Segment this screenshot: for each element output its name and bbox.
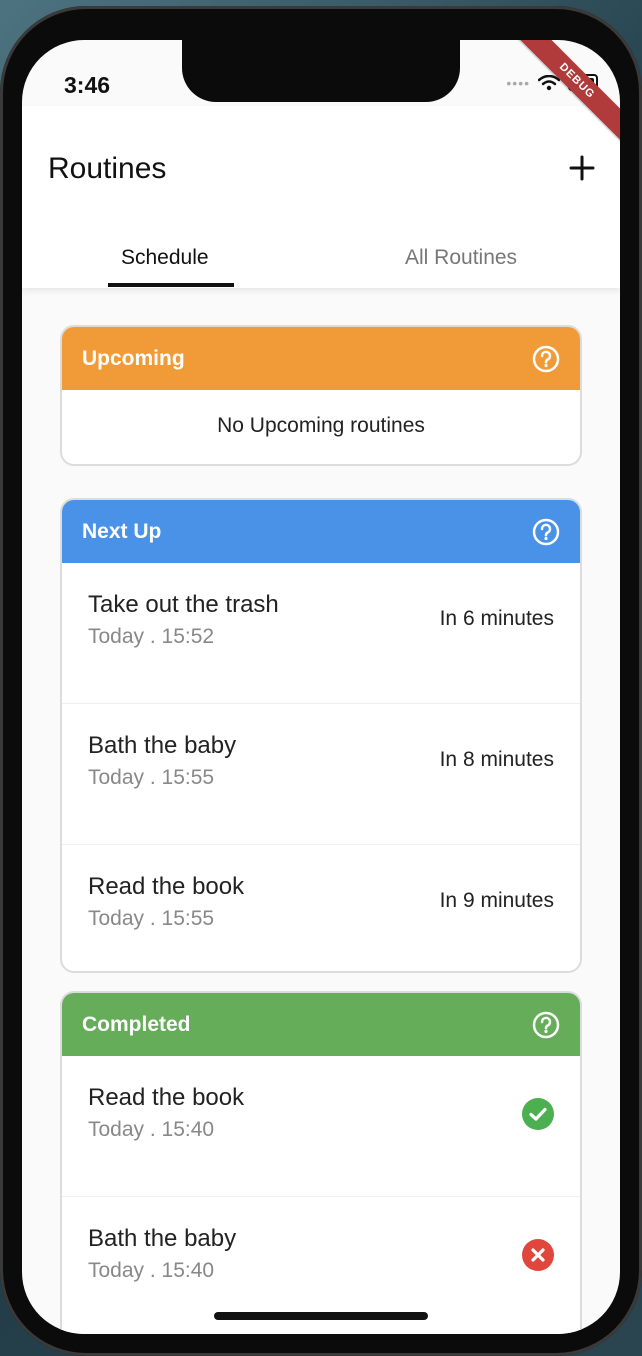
routine-title: Read the book <box>88 1084 245 1111</box>
status-time: 3:46 <box>64 72 111 98</box>
page-title: Routines <box>48 152 167 185</box>
help-icon[interactable] <box>532 518 560 546</box>
routine-title: Read the book <box>88 873 245 900</box>
active-tab-indicator <box>108 283 234 287</box>
completed-card: Completed Read the book Today . 15:40 Ba… <box>60 991 582 1334</box>
phone-frame: Routines Schedule All Routines Upcoming … <box>0 6 642 1356</box>
routine-time: Today . 15:40 <box>88 1118 215 1141</box>
upcoming-header: Upcoming <box>62 327 580 390</box>
next-up-card: Next Up Take out the trash Today . 15:52… <box>60 498 582 973</box>
routine-item[interactable]: Bath the baby Today . 15:55 In 8 minutes <box>62 704 580 845</box>
add-routine-button[interactable] <box>562 148 602 188</box>
next-up-header: Next Up <box>62 500 580 563</box>
tab-schedule[interactable]: Schedule <box>121 246 209 270</box>
routine-item[interactable]: Take out the trash Today . 15:52 In 6 mi… <box>62 563 580 704</box>
routine-eta: In 8 minutes <box>439 748 554 771</box>
plus-icon <box>569 155 595 181</box>
app-bar: Routines Schedule All Routines <box>22 106 620 288</box>
completed-header: Completed <box>62 993 580 1056</box>
help-icon[interactable] <box>532 1011 560 1039</box>
check-circle-icon <box>522 1098 554 1130</box>
upcoming-title: Upcoming <box>82 346 185 370</box>
routine-eta: In 6 minutes <box>439 607 554 630</box>
completed-title: Completed <box>82 1012 191 1036</box>
routine-title: Bath the baby <box>88 732 237 759</box>
phone-screen: Routines Schedule All Routines Upcoming … <box>22 40 620 1334</box>
routine-eta: In 9 minutes <box>439 889 554 912</box>
routine-title: Bath the baby <box>88 1225 237 1252</box>
routine-item[interactable]: Read the book Today . 15:55 In 9 minutes <box>62 845 580 971</box>
help-icon[interactable] <box>532 345 560 373</box>
tab-all-routines[interactable]: All Routines <box>405 246 517 270</box>
routine-time: Today . 15:55 <box>88 907 215 930</box>
routine-title: Take out the trash <box>88 591 279 618</box>
routine-time: Today . 15:52 <box>88 625 215 648</box>
routine-time: Today . 15:40 <box>88 1259 215 1282</box>
completed-routine-item[interactable]: Read the book Today . 15:40 <box>62 1056 580 1197</box>
upcoming-empty-message: No Upcoming routines <box>217 414 425 437</box>
routine-time: Today . 15:55 <box>88 766 215 789</box>
x-circle-icon <box>522 1239 554 1271</box>
home-indicator[interactable] <box>214 1312 428 1320</box>
upcoming-card: Upcoming No Upcoming routines <box>60 325 582 466</box>
next-up-title: Next Up <box>82 519 162 543</box>
signal-icon: •••• <box>506 74 530 91</box>
notch <box>182 40 460 102</box>
